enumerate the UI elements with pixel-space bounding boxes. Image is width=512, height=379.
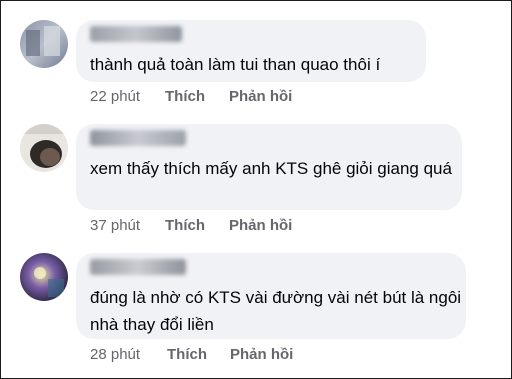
reply-button[interactable]: Phản hồi (229, 217, 292, 234)
reply-button[interactable]: Phản hồi (230, 346, 293, 363)
comment-text: thành quả toàn làm tui than quao thôi í (90, 55, 381, 74)
author-name-redacted (90, 26, 182, 42)
avatar[interactable] (20, 253, 68, 301)
comment-timestamp: 28 phút (90, 346, 141, 363)
comment-bubble: thành quả toàn làm tui than quao thôi í (76, 20, 426, 82)
comment-bubble: xem thấy thích mấy anh KTS ghê giỏi gian… (76, 124, 462, 210)
comment-timestamp: 22 phút (90, 88, 141, 105)
like-button[interactable]: Thích (167, 346, 207, 363)
avatar[interactable] (20, 20, 68, 68)
like-button[interactable]: Thích (165, 217, 205, 234)
author-name-redacted (90, 130, 186, 146)
comment-text: đúng là nhờ có KTS vài đường vài nét bút… (90, 288, 462, 334)
comment-timestamp: 37 phút (90, 217, 141, 234)
avatar[interactable] (20, 124, 68, 172)
like-button[interactable]: Thích (165, 88, 205, 105)
comment-bubble: đúng là nhờ có KTS vài đường vài nét bút… (76, 253, 466, 339)
comment-text: xem thấy thích mấy anh KTS ghê giỏi gian… (90, 159, 452, 178)
reply-button[interactable]: Phản hồi (229, 88, 292, 105)
author-name-redacted (90, 259, 186, 275)
